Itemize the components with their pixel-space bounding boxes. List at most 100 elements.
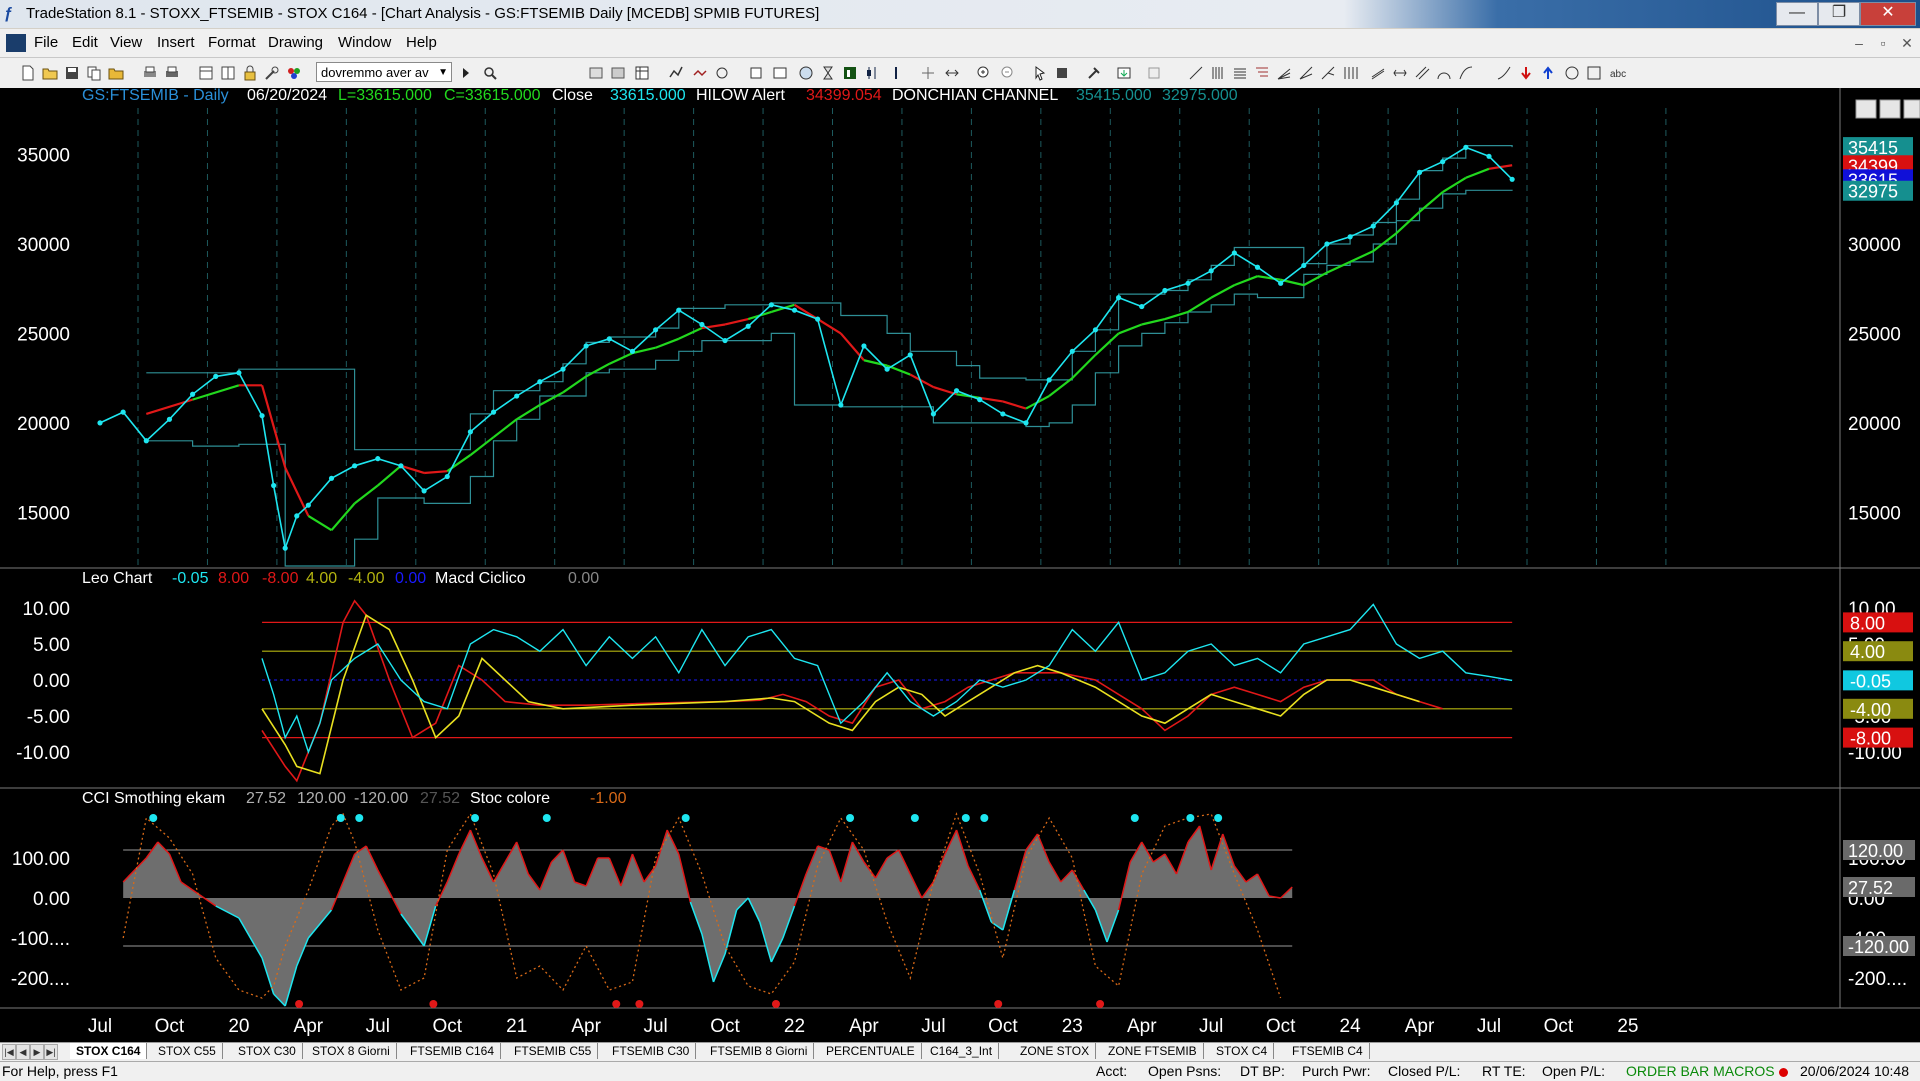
insert-indicator-icon[interactable]	[668, 65, 684, 81]
workspace-combo[interactable]: dovremmo aver av ▼	[316, 62, 452, 82]
andrews-pitchfork-icon[interactable]	[1320, 65, 1336, 81]
sub-close-icon[interactable]	[1903, 99, 1920, 119]
mdi-restore-icon[interactable]: ▫	[1874, 34, 1892, 52]
pointer-icon[interactable]	[1032, 65, 1048, 81]
gann-fan-icon[interactable]	[1298, 65, 1314, 81]
candlestick-icon[interactable]	[864, 65, 880, 81]
chart-style-icon[interactable]	[588, 65, 604, 81]
zoom-in-icon[interactable]	[976, 65, 992, 81]
status-datetime: 20/06/2024 10:48	[1800, 1063, 1909, 1079]
parallel-lines-icon[interactable]	[1414, 65, 1430, 81]
chart-format-icon[interactable]	[610, 65, 626, 81]
download-icon[interactable]	[1116, 65, 1132, 81]
minimize-button[interactable]: —	[1776, 2, 1818, 26]
ellipse-icon[interactable]	[1564, 65, 1580, 81]
trendline-icon[interactable]	[1188, 65, 1204, 81]
play-arrow-icon[interactable]	[458, 65, 474, 81]
chart-tab[interactable]: ZONE STOX	[1014, 1043, 1097, 1059]
chart-canvas[interactable]: GS:FTSEMIB - Daily 06/20/2024 L=33615.00…	[0, 88, 1920, 1042]
horizontal-lines-icon[interactable]	[1232, 65, 1248, 81]
cycle-lines-icon[interactable]	[1342, 65, 1358, 81]
space-icon[interactable]	[944, 65, 960, 81]
chart-window-icon[interactable]	[6, 34, 26, 52]
folder-icon[interactable]	[108, 65, 124, 81]
tab-prev-icon[interactable]: ◀	[16, 1044, 30, 1060]
range-icon[interactable]	[1392, 65, 1408, 81]
menu-format[interactable]: Format	[208, 34, 256, 51]
chart-tab[interactable]: FTSEMIB 8 Giorni	[704, 1043, 815, 1059]
price-header-date: 06/20/2024	[247, 88, 327, 104]
tab-next-icon[interactable]: ▶	[30, 1044, 44, 1060]
hammer-icon[interactable]	[1086, 65, 1102, 81]
chart-tab[interactable]: FTSEMIB C4	[1286, 1043, 1370, 1059]
dde-icon[interactable]	[1146, 65, 1162, 81]
format-symbol-icon[interactable]	[748, 65, 764, 81]
chart-tab[interactable]: STOX C30	[232, 1043, 303, 1059]
tab-last-icon[interactable]: ▶|	[44, 1044, 58, 1060]
chart-area[interactable]: GS:FTSEMIB - Daily 06/20/2024 L=33615.00…	[0, 88, 1920, 1042]
hourglass-icon[interactable]	[820, 65, 836, 81]
drag-icon[interactable]	[1054, 65, 1070, 81]
chart-tab[interactable]: FTSEMIB C164	[404, 1043, 502, 1059]
menu-file[interactable]: File	[34, 34, 58, 51]
workspace-icon[interactable]	[220, 65, 236, 81]
freehand-icon[interactable]	[1458, 65, 1474, 81]
window-list-icon[interactable]	[198, 65, 214, 81]
arc-icon[interactable]	[1436, 65, 1452, 81]
close-button[interactable]: ✕	[1860, 2, 1916, 26]
chart-tab[interactable]: PERCENTUALE	[820, 1043, 922, 1059]
sub-minimize-icon[interactable]	[1855, 99, 1877, 119]
bar-chart-icon[interactable]	[842, 65, 858, 81]
open-icon[interactable]	[42, 65, 58, 81]
chart-tab[interactable]: FTSEMIB C30	[606, 1043, 697, 1059]
arrow-up-icon[interactable]	[1540, 65, 1556, 81]
print-preview-icon[interactable]	[164, 65, 180, 81]
mdi-minimize-icon[interactable]: –	[1850, 34, 1868, 52]
arrow-down-icon[interactable]	[1518, 65, 1534, 81]
chart-tab[interactable]: STOX C164	[70, 1043, 148, 1059]
zoom-out-icon[interactable]	[1000, 65, 1016, 81]
rectangle-icon[interactable]	[1586, 65, 1602, 81]
format-window-icon[interactable]	[772, 65, 788, 81]
menu-insert[interactable]: Insert	[157, 34, 195, 51]
ohlc-icon[interactable]	[888, 65, 904, 81]
crosshair-icon[interactable]	[920, 65, 936, 81]
regression-icon[interactable]	[1370, 65, 1386, 81]
copy-icon[interactable]	[86, 65, 102, 81]
menu-help[interactable]: Help	[406, 34, 437, 51]
chevron-down-icon[interactable]: ▼	[438, 63, 448, 81]
chart-tab[interactable]: STOX C4	[1210, 1043, 1275, 1059]
globe-icon[interactable]	[798, 65, 814, 81]
tools-icon[interactable]	[264, 65, 280, 81]
chart-tab[interactable]: STOX 8 Giorni	[306, 1043, 397, 1059]
chart-tab[interactable]: FTSEMIB C55	[508, 1043, 599, 1059]
chart-tab[interactable]: ZONE FTSEMIB	[1102, 1043, 1204, 1059]
lock-icon[interactable]	[242, 65, 258, 81]
maximize-button[interactable]: ❐	[1818, 2, 1860, 26]
speed-lines-icon[interactable]	[1276, 65, 1292, 81]
insert-strategy-icon[interactable]	[692, 65, 708, 81]
new-icon[interactable]	[20, 65, 36, 81]
menu-edit[interactable]: Edit	[72, 34, 98, 51]
save-all-icon[interactable]	[64, 65, 80, 81]
menu-view[interactable]: View	[110, 34, 142, 51]
hilow-alert-segment	[1372, 232, 1398, 252]
tab-first-icon[interactable]: |◀	[2, 1044, 16, 1060]
vertical-lines-icon[interactable]	[1210, 65, 1226, 81]
find-icon[interactable]	[482, 65, 498, 81]
menu-window[interactable]: Window	[338, 34, 391, 51]
order-bar-macros-button[interactable]: ORDER BAR MACROS	[1626, 1063, 1788, 1079]
chart-tab[interactable]: STOX C55	[152, 1043, 223, 1059]
sub-restore-icon[interactable]	[1879, 99, 1901, 119]
palette-icon[interactable]	[286, 65, 302, 81]
table-icon[interactable]	[634, 65, 650, 81]
insert-study-icon[interactable]	[714, 65, 730, 81]
fibonacci-icon[interactable]	[1254, 65, 1270, 81]
menu-drawing[interactable]: Drawing	[268, 34, 323, 51]
close-price-dot	[375, 456, 381, 462]
print-icon[interactable]	[142, 65, 158, 81]
chart-tab[interactable]: C164_3_Int	[924, 1043, 1000, 1059]
curve-icon[interactable]	[1496, 65, 1512, 81]
mdi-close-icon[interactable]: ✕	[1898, 34, 1916, 52]
text-icon[interactable]: abc	[1610, 65, 1632, 81]
